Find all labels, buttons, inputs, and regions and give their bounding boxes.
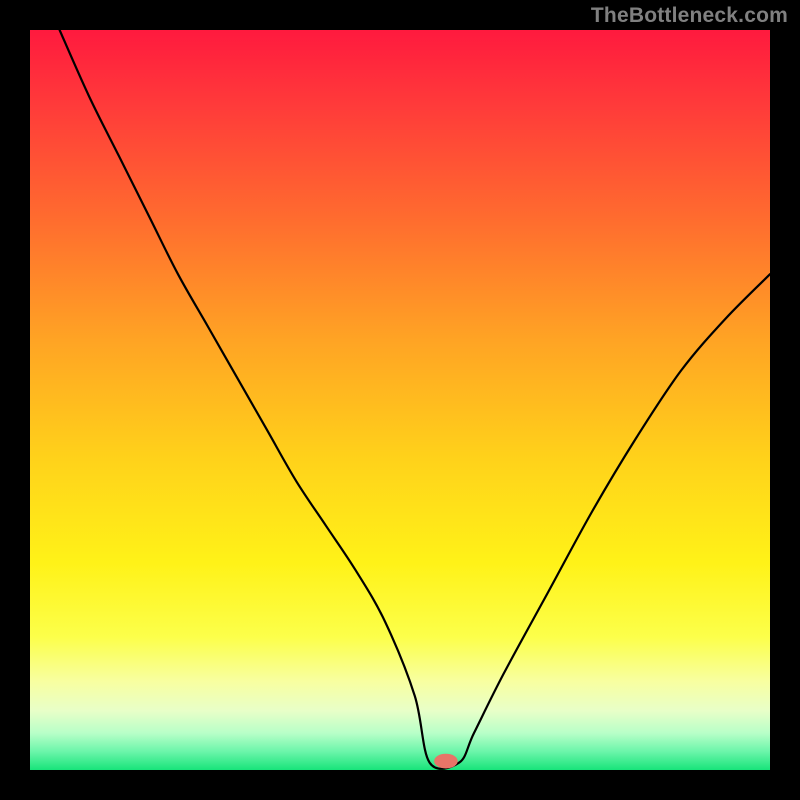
optimal-point-marker [434, 754, 458, 769]
bottleneck-chart [30, 30, 770, 770]
watermark-text: TheBottleneck.com [591, 4, 788, 28]
chart-background [30, 30, 770, 770]
outer-frame: TheBottleneck.com [0, 0, 800, 800]
